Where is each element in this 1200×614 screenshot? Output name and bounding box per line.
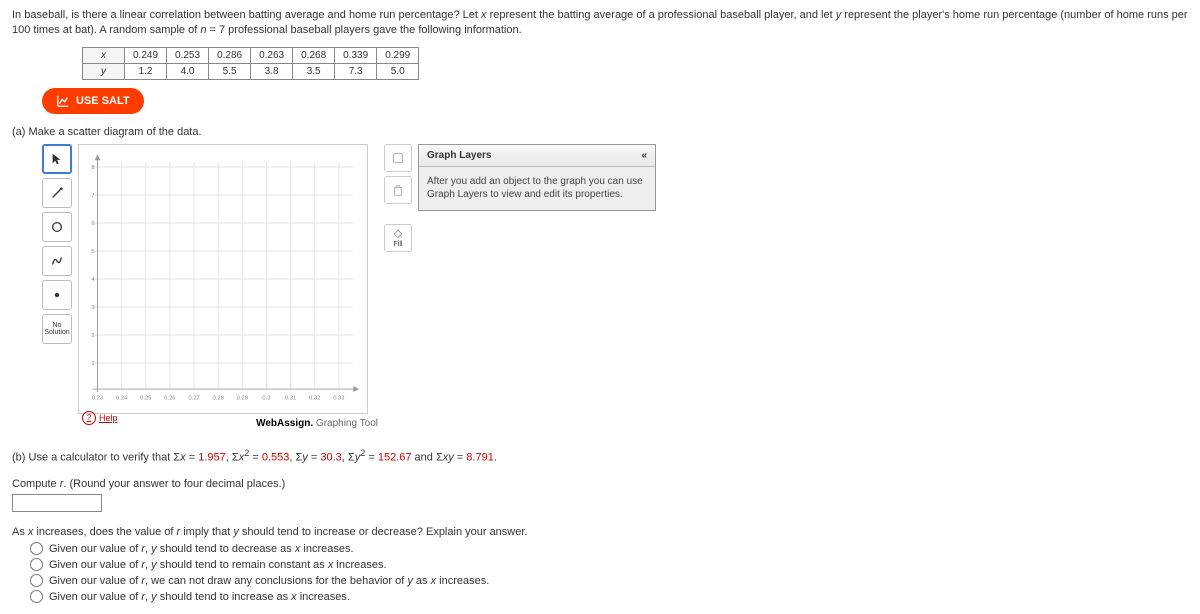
svg-text:0.27: 0.27 — [188, 395, 199, 401]
part-b-text: (b) Use a calculator to verify that Σx =… — [12, 447, 1188, 513]
side-toolbar: Fill — [384, 144, 412, 252]
table-row: x 0.2490.2530.2860.2630.2680.3390.299 — [83, 47, 419, 63]
graph-layers-hint: After you add an object to the graph you… — [419, 167, 655, 210]
svg-text:1: 1 — [91, 361, 94, 367]
r-answer-input[interactable] — [12, 494, 102, 512]
line-tool[interactable] — [42, 178, 72, 208]
table-row: y 1.24.05.53.83.57.35.0 — [83, 63, 419, 79]
chart-icon — [56, 94, 70, 108]
svg-text:4: 4 — [91, 277, 95, 283]
radio-input[interactable] — [30, 558, 43, 571]
svg-text:0.32: 0.32 — [309, 395, 320, 401]
radio-option-2[interactable]: Given our value of r, y should tend to r… — [30, 558, 1188, 571]
svg-text:0.31: 0.31 — [285, 395, 296, 401]
radio-input[interactable] — [30, 590, 43, 603]
curve-tool[interactable] — [42, 246, 72, 276]
radio-input[interactable] — [30, 574, 43, 587]
circle-tool[interactable] — [42, 212, 72, 242]
svg-text:5: 5 — [91, 249, 94, 255]
graph-layers-panel: Graph Layers « After you add an object t… — [418, 144, 656, 211]
svg-text:2: 2 — [91, 333, 94, 339]
no-solution-tool[interactable]: No Solution — [42, 314, 72, 344]
help-link[interactable]: Help — [82, 411, 118, 425]
svg-text:0.23: 0.23 — [92, 395, 103, 401]
part-a-label: (a) Make a scatter diagram of the data. — [12, 126, 1188, 138]
scatter-plot-canvas[interactable]: 0.23 0.24 0.25 0.26 0.27 0.28 0.29 0.3 0.31 0.32 0… — [78, 144, 368, 414]
data-table: x 0.2490.2530.2860.2630.2680.3390.299 y … — [82, 47, 419, 80]
part-c-question: As x increases, does the value of r impl… — [12, 526, 1188, 603]
use-salt-label: USE SALT — [76, 95, 130, 107]
intro-text: In baseball, is there a linear correlati… — [12, 8, 1188, 39]
pointer-tool[interactable] — [42, 144, 72, 174]
svg-text:0.24: 0.24 — [116, 395, 128, 401]
radio-option-1[interactable]: Given our value of r, y should tend to d… — [30, 542, 1188, 555]
fill-tool[interactable]: Fill — [384, 224, 412, 252]
radio-option-4[interactable]: Given our value of r, y should tend to i… — [30, 590, 1188, 603]
fill-icon — [392, 228, 404, 240]
svg-text:0.26: 0.26 — [164, 395, 175, 401]
radio-option-3[interactable]: Given our value of r, we can not draw an… — [30, 574, 1188, 587]
graph-toolbar: No Solution — [42, 144, 72, 344]
collapse-panel-button[interactable]: « — [641, 150, 647, 161]
svg-text:8: 8 — [91, 165, 94, 171]
delete-tool[interactable] — [384, 176, 412, 204]
svg-text:7: 7 — [91, 193, 94, 199]
point-tool[interactable] — [42, 280, 72, 310]
svg-text:0.28: 0.28 — [213, 395, 224, 401]
radio-input[interactable] — [30, 542, 43, 555]
svg-text:0.29: 0.29 — [237, 395, 248, 401]
use-salt-button[interactable]: USE SALT — [42, 88, 144, 114]
svg-text:0.33: 0.33 — [333, 395, 344, 401]
svg-text:0.3: 0.3 — [262, 395, 270, 401]
svg-text:6: 6 — [91, 221, 94, 227]
clear-tool[interactable] — [384, 144, 412, 172]
svg-text:3: 3 — [91, 305, 94, 311]
graph-layers-title: Graph Layers — [427, 150, 491, 161]
graphing-tool-brand: WebAssign. Graphing Tool — [78, 418, 378, 429]
svg-text:0.25: 0.25 — [140, 395, 151, 401]
